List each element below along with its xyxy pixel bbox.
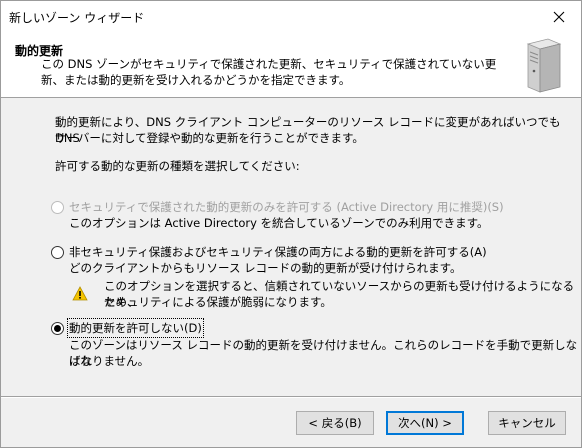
footer-separator bbox=[1, 396, 581, 398]
title-bar: 新しいゾーン ウィザード bbox=[1, 1, 581, 32]
server-icon bbox=[526, 38, 562, 93]
radio-no-dynamic-updates-button[interactable] bbox=[51, 321, 64, 335]
cancel-button[interactable]: キャンセル bbox=[488, 411, 566, 435]
close-button[interactable] bbox=[537, 1, 581, 32]
page-description: この DNS ゾーンがセキュリティで保護された更新、セキュリティで保護されていな… bbox=[41, 57, 497, 87]
no-dynamic-updates-description-2: ばなりません。 bbox=[69, 354, 150, 368]
window-title: 新しいゾーン ウィザード bbox=[9, 11, 145, 25]
prompt-label: 許可する動的な更新の種類を選択してください: bbox=[55, 159, 300, 173]
radio-secure-only[interactable]: セキュリティで保護された動的更新のみを許可する (Active Director… bbox=[51, 199, 504, 215]
radio-nonsecure-and-secure-button[interactable] bbox=[51, 245, 64, 259]
next-button[interactable]: 次へ(N) > bbox=[386, 411, 464, 435]
intro-line-2: サーバーに対して登録や動的な更新を行うことができます。 bbox=[55, 131, 364, 145]
radio-nonsecure-and-secure-label: 非セキュリティ保護およびセキュリティ保護の両方による動的更新を許可する(A) bbox=[69, 245, 487, 259]
radio-no-dynamic-updates[interactable]: 動的更新を許可しない(D) bbox=[51, 318, 204, 338]
radio-nonsecure-and-secure[interactable]: 非セキュリティ保護およびセキュリティ保護の両方による動的更新を許可する(A) bbox=[51, 244, 487, 260]
radio-selected-dot bbox=[54, 324, 61, 332]
radio-secure-only-label: セキュリティで保護された動的更新のみを許可する (Active Director… bbox=[69, 200, 504, 214]
nonsecure-and-secure-description: どのクライアントからもリソース レコードの動的更新が受け付けられます。 bbox=[69, 261, 462, 275]
secure-only-description: このオプションは Active Directory を統合しているゾーンでのみ利… bbox=[69, 216, 489, 230]
close-icon bbox=[553, 11, 565, 22]
warning-line-2: セキュリティによる保護が脆弱になります。 bbox=[104, 295, 332, 309]
wizard-window: 新しいゾーン ウィザード 動的更新 この DNS ゾーンがセキュリティで保護され… bbox=[0, 0, 582, 448]
warning-icon bbox=[72, 286, 88, 301]
radio-secure-only-button[interactable] bbox=[51, 200, 64, 214]
wizard-header: 動的更新 この DNS ゾーンがセキュリティで保護された更新、セキュリティで保護… bbox=[1, 32, 581, 98]
back-button[interactable]: < 戻る(B) bbox=[296, 411, 374, 435]
radio-no-dynamic-updates-label: 動的更新を許可しない(D) bbox=[67, 318, 204, 338]
